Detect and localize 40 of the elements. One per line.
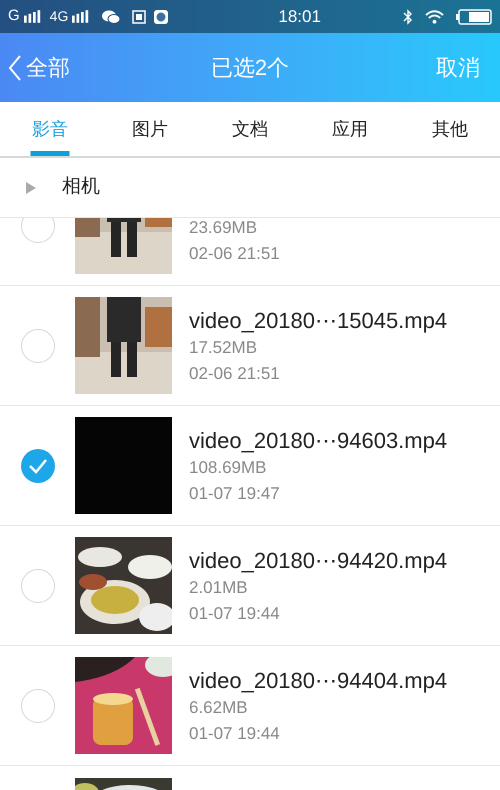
file-name: video_20180⋯94404.mp4 [189,667,448,695]
file-date: 01-07 19:44 [189,603,281,625]
folder-name: 相机 [62,175,100,200]
file-name: video_20180⋯15045.mp4 [189,307,448,335]
header-title: 已选2个 [210,54,290,82]
file-row[interactable]: video_20180⋯94603.mp4 108.69MB 01-07 19:47 [0,406,500,526]
file-date: 01-07 19:47 [189,483,281,505]
network-label: 4G [50,7,68,26]
file-date: 01-07 19:44 [189,723,281,745]
file-row[interactable]: video_20180⋯15045.mp4 17.52MB 02-06 21:51 [0,286,500,406]
file-row[interactable]: 23.69MB 02-06 21:51 [0,218,500,286]
file-size: 108.69MB [189,457,268,479]
file-date: 02-06 21:51 [189,363,281,385]
expand-icon [26,182,36,194]
tab[interactable]: 应用 [300,102,400,156]
tab[interactable]: 文档 [200,102,300,156]
wifi-icon [425,10,444,24]
file-size: 2.01MB [189,577,249,599]
bluetooth-icon [403,8,413,24]
file-row[interactable]: video_20180⋯94404.mp4 6.62MB 01-07 19:44 [0,646,500,766]
file-name: video_20180⋯94420.mp4 [189,547,448,575]
tab[interactable]: 其他 [400,102,500,156]
network-label: G [8,6,20,26]
file-row[interactable]: video_20180⋯94420.mp4 2.01MB 01-07 19:44 [0,526,500,646]
signal-icon [72,10,90,23]
battery-icon [456,8,492,24]
chat-icon [102,10,120,24]
file-name: video_20180⋯94603.mp4 [189,427,448,455]
tab-indicator [30,151,70,156]
file-size: 23.69MB [189,218,258,239]
file-size: 6.62MB [189,697,249,719]
file-size: 17.52MB [189,337,258,359]
signal-icon [24,10,42,23]
app-icon [132,10,146,24]
clock: 18:01 [278,6,321,28]
file-date: 02-06 21:51 [189,243,280,265]
checked-icon[interactable] [20,448,54,482]
app-icon [154,10,168,24]
back-icon [8,54,22,82]
tab[interactable]: 图片 [100,102,200,156]
